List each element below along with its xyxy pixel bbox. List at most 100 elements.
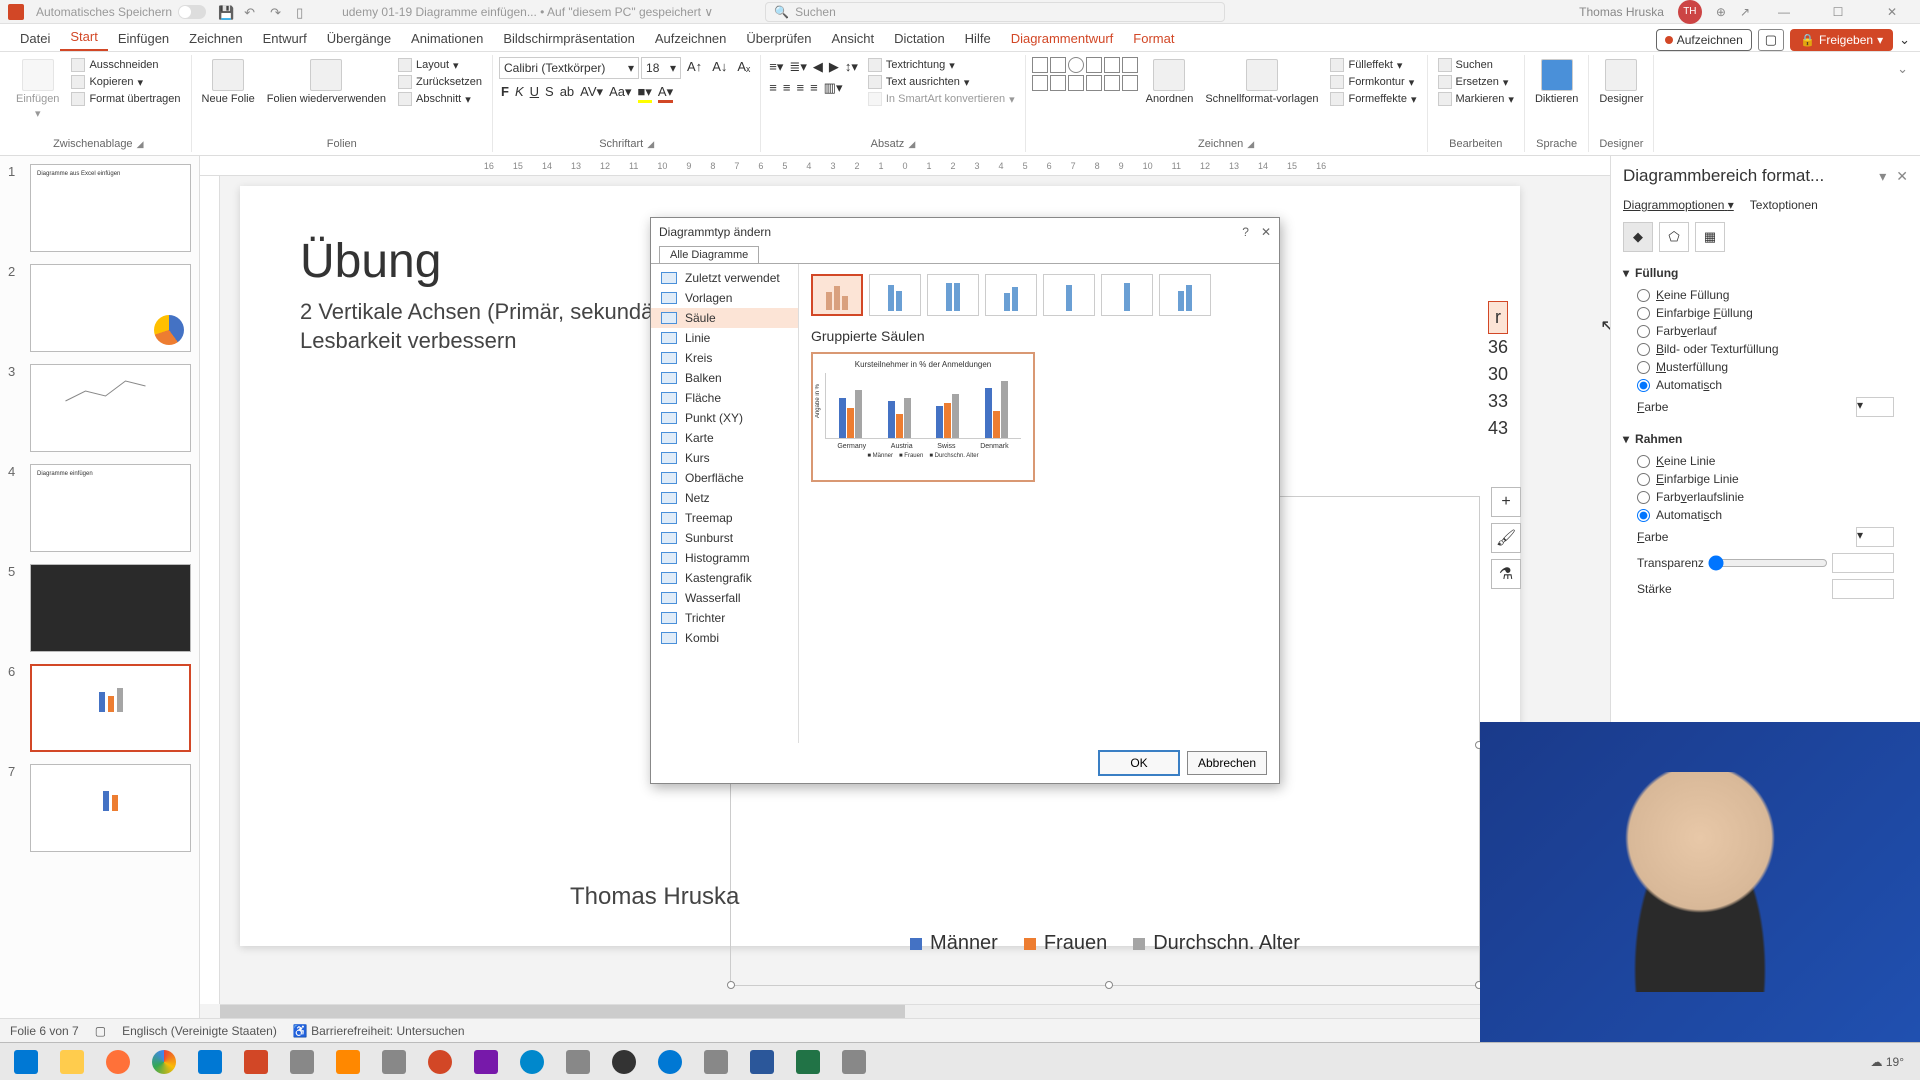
tab-diagrammoptionen[interactable]: Diagrammoptionen ▾ xyxy=(1623,196,1734,214)
dialog-tab-all[interactable]: Alle Diagramme xyxy=(659,246,759,263)
tab-zeichnen[interactable]: Zeichnen xyxy=(179,26,252,51)
quick-styles-button[interactable]: Schnellformat-vorlagen xyxy=(1201,57,1322,107)
new-slide-button[interactable]: Neue Folie xyxy=(198,57,259,107)
chrome-icon[interactable] xyxy=(142,1045,186,1079)
cat-histogram[interactable]: Histogramm xyxy=(651,548,798,568)
underline-button[interactable]: U xyxy=(530,84,539,103)
increase-indent-button[interactable]: ▶ xyxy=(829,59,839,75)
align-text-button[interactable]: Text ausrichten ▾ xyxy=(864,74,1019,90)
effects-button[interactable]: Formeffekte ▾ xyxy=(1326,91,1420,107)
save-icon[interactable]: 💾 xyxy=(218,5,232,19)
thumbnail-2[interactable]: 2 xyxy=(8,264,191,352)
chart-filters-button[interactable]: ⚗ xyxy=(1491,559,1521,589)
decrease-indent-button[interactable]: ◀ xyxy=(813,59,823,75)
shape-brace-icon[interactable] xyxy=(1086,75,1102,91)
cat-line[interactable]: Linie xyxy=(651,328,798,348)
columns-button[interactable]: ▥▾ xyxy=(824,80,843,96)
font-color-button[interactable]: A▾ xyxy=(658,84,673,103)
tab-dictation[interactable]: Dictation xyxy=(884,26,955,51)
section-button[interactable]: Abschnitt ▾ xyxy=(394,91,486,107)
tab-diagrammentwurf[interactable]: Diagrammentwurf xyxy=(1001,26,1124,51)
present-mode-icon[interactable]: ▢ xyxy=(1758,29,1784,51)
shape-rect-icon[interactable] xyxy=(1050,57,1066,73)
justify-button[interactable]: ≡ xyxy=(810,80,818,96)
thumbnail-3[interactable]: 3 xyxy=(8,364,191,452)
shape-line-icon[interactable] xyxy=(1032,57,1048,73)
reuse-slides-button[interactable]: Folien wiederverwenden xyxy=(263,57,390,107)
vlc-icon[interactable] xyxy=(326,1045,370,1079)
shape-expand-icon[interactable] xyxy=(1122,75,1138,91)
slide-title[interactable]: Übung xyxy=(300,234,441,289)
dialog-close-button[interactable]: ✕ xyxy=(1261,225,1271,239)
excel-icon[interactable] xyxy=(786,1045,830,1079)
weather-widget[interactable]: ☁ 19° xyxy=(1871,1055,1905,1069)
cat-boxplot[interactable]: Kastengrafik xyxy=(651,568,798,588)
cat-scatter[interactable]: Punkt (XY) xyxy=(651,408,798,428)
slide-thumbnails[interactable]: 1Diagramme aus Excel einfügen 2 3 4Diagr… xyxy=(0,156,200,1018)
onenote-icon[interactable] xyxy=(464,1045,508,1079)
bold-button[interactable]: F xyxy=(501,84,509,103)
explorer-icon[interactable] xyxy=(50,1045,94,1079)
subtype-100stacked[interactable] xyxy=(927,274,979,316)
fill-option-gradient[interactable]: Farbverlauf xyxy=(1623,322,1908,340)
line-color-button[interactable]: ▾ xyxy=(1856,527,1894,547)
thumbnail-1[interactable]: 1Diagramme aus Excel einfügen xyxy=(8,164,191,252)
size-tab-icon[interactable]: ▦ xyxy=(1695,222,1725,252)
cloud-icon[interactable]: ⊕ xyxy=(1716,5,1726,19)
shape-oval-icon[interactable] xyxy=(1068,57,1084,73)
arrange-button[interactable]: Anordnen xyxy=(1142,57,1198,107)
cancel-button[interactable]: Abbrechen xyxy=(1187,751,1267,775)
case-button[interactable]: Aa▾ xyxy=(609,84,631,103)
ribbon-mode-icon[interactable]: ↗ xyxy=(1740,5,1750,19)
fill-option-solid[interactable]: Einfarbige Füllung xyxy=(1623,304,1908,322)
shadow-button[interactable]: ab xyxy=(560,84,574,103)
app-icon[interactable] xyxy=(694,1045,738,1079)
bullets-button[interactable]: ≡▾ xyxy=(769,59,783,75)
tab-einfuegen[interactable]: Einfügen xyxy=(108,26,179,51)
chart-preview[interactable]: Kursteilnehmer in % der Anmeldungen Anga… xyxy=(811,352,1035,482)
strikethrough-button[interactable]: S xyxy=(545,84,554,103)
chart-styles-button[interactable]: 🖌 xyxy=(1491,523,1521,553)
maximize-button[interactable]: ☐ xyxy=(1818,0,1858,24)
cat-stock[interactable]: Kurs xyxy=(651,448,798,468)
cat-funnel[interactable]: Trichter xyxy=(651,608,798,628)
find-button[interactable]: Suchen xyxy=(1434,57,1518,73)
clear-format-icon[interactable]: Aₓ xyxy=(733,57,754,79)
tab-bildschirm[interactable]: Bildschirmpräsentation xyxy=(493,26,645,51)
cat-waterfall[interactable]: Wasserfall xyxy=(651,588,798,608)
subtype-stacked[interactable] xyxy=(869,274,921,316)
subtype-3d-clustered[interactable] xyxy=(985,274,1037,316)
shape-star-icon[interactable] xyxy=(1104,75,1120,91)
line-spacing-button[interactable]: ↕▾ xyxy=(845,59,858,75)
app-icon[interactable] xyxy=(280,1045,324,1079)
tab-animationen[interactable]: Animationen xyxy=(401,26,493,51)
collapse-ribbon-icon[interactable]: ⌄ xyxy=(1891,55,1914,152)
paste-button[interactable]: Einfügen▾ xyxy=(12,57,63,122)
ok-button[interactable]: OK xyxy=(1099,751,1179,775)
subtype-3d-column[interactable] xyxy=(1159,274,1211,316)
launcher-icon[interactable]: ◢ xyxy=(1247,139,1254,150)
app-icon[interactable] xyxy=(832,1045,876,1079)
author-text[interactable]: Thomas Hruska xyxy=(570,883,739,911)
user-name[interactable]: Thomas Hruska xyxy=(1579,5,1664,19)
thumbnail-7[interactable]: 7 xyxy=(8,764,191,852)
cat-bar[interactable]: Balken xyxy=(651,368,798,388)
telegram-icon[interactable] xyxy=(510,1045,554,1079)
subtype-clustered[interactable] xyxy=(811,274,863,316)
cat-map[interactable]: Karte xyxy=(651,428,798,448)
dialog-titlebar[interactable]: Diagrammtyp ändern ? ✕ xyxy=(651,218,1279,246)
align-center-button[interactable]: ≡ xyxy=(783,80,791,96)
search-box[interactable]: 🔍 Suchen xyxy=(765,2,1225,22)
line-option-gradient[interactable]: Farbverlaufslinie xyxy=(1623,488,1908,506)
launcher-icon[interactable]: ◢ xyxy=(137,139,144,150)
user-avatar[interactable]: TH xyxy=(1678,0,1702,24)
tab-ansicht[interactable]: Ansicht xyxy=(821,26,884,51)
line-option-auto[interactable]: Automatisch xyxy=(1623,506,1908,524)
shape-curve-icon[interactable] xyxy=(1050,75,1066,91)
pane-dropdown-icon[interactable]: ▾ xyxy=(1879,168,1886,185)
section-fuellung[interactable]: ▾Füllung xyxy=(1623,266,1908,280)
align-right-button[interactable]: ≡ xyxy=(796,80,804,96)
present-icon[interactable]: ▯ xyxy=(296,5,310,19)
shape-more-icon[interactable] xyxy=(1122,57,1138,73)
slide-subtitle[interactable]: 2 Vertikale Achsen (Primär, sekundä Lesb… xyxy=(300,298,653,355)
